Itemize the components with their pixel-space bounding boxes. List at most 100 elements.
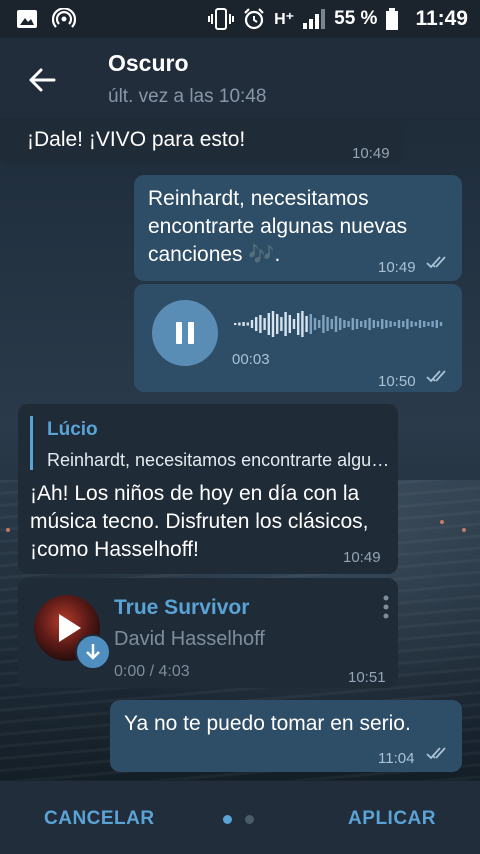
- waveform-bar: [318, 320, 321, 328]
- waveform-bar: [259, 315, 262, 333]
- waveform-bar: [368, 318, 371, 330]
- gallery-icon: [17, 10, 37, 28]
- message-time: 10:49: [378, 259, 416, 276]
- waveform-bar: [242, 322, 245, 326]
- vibrate-icon: [208, 8, 235, 30]
- message-bubble-incoming-reply[interactable]: Lúcio Reinhardt, necesitamos encontrarte…: [18, 404, 398, 574]
- waveform-bar: [376, 321, 380, 327]
- waveform-bar: [431, 321, 434, 327]
- message-bubble-outgoing[interactable]: Reinhardt, necesitamos encontrarte algun…: [134, 175, 462, 281]
- waveform-bar: [297, 313, 300, 335]
- clock: 11:49: [415, 7, 468, 30]
- voice-waveform[interactable]: [234, 310, 446, 338]
- waveform-bar: [355, 319, 359, 329]
- waveform-bar: [238, 322, 241, 326]
- audio-message-bubble[interactable]: True Survivor David Hasselhoff 0:00 / 4:…: [18, 578, 398, 688]
- download-button[interactable]: [75, 634, 111, 670]
- message-bubble-incoming[interactable]: ¡Dale! ¡VIVO para esto! 10:49: [0, 118, 405, 164]
- waveform-bar: [313, 318, 317, 330]
- pause-button[interactable]: [152, 300, 218, 366]
- message-time: 10:51: [348, 669, 386, 686]
- signal-icon: [303, 9, 326, 29]
- chat-title[interactable]: Oscuro: [108, 50, 189, 77]
- waveform-bar: [246, 322, 249, 326]
- message-time: 10:49: [352, 145, 390, 162]
- reply-snippet[interactable]: Reinhardt, necesitamos encontrarte algun…: [47, 446, 392, 474]
- waveform-bar: [305, 316, 308, 332]
- waveform-bar: [334, 316, 338, 332]
- apply-button[interactable]: APLICAR: [348, 808, 436, 830]
- waveform-bar: [402, 321, 405, 327]
- last-seen-status: últ. vez a las 10:48: [108, 86, 267, 107]
- more-vertical-icon[interactable]: [383, 594, 389, 622]
- cancel-button[interactable]: CANCELAR: [44, 808, 155, 830]
- waveform-bar: [423, 321, 426, 327]
- double-check-icon: [426, 256, 446, 269]
- reply-author[interactable]: Lúcio: [47, 416, 98, 444]
- status-bar: H⁺ 55 % 11:49: [0, 0, 480, 38]
- waveform-bar: [427, 322, 430, 326]
- double-check-icon: [426, 747, 446, 760]
- waveform-bar: [276, 314, 279, 334]
- waveform-bar: [343, 320, 346, 328]
- track-artist: David Hasselhoff: [114, 628, 265, 650]
- waveform-bar: [385, 320, 388, 328]
- waveform-bar: [397, 320, 401, 328]
- waveform-bar: [301, 311, 304, 337]
- waveform-bar: [255, 317, 258, 331]
- wallpaper-light: [462, 528, 466, 532]
- waveform-bar: [435, 320, 438, 328]
- message-text: ¡Ah! Los niños de hoy en día con la músi…: [30, 482, 369, 561]
- waveform-bar: [439, 322, 443, 326]
- waveform-bar: [389, 321, 392, 327]
- battery-icon: [386, 8, 399, 30]
- message-bubble-outgoing[interactable]: Ya no te puedo tomar en serio. 11:04: [110, 700, 462, 772]
- waveform-bar: [414, 322, 417, 326]
- waveform-bar: [360, 321, 363, 327]
- alarm-icon: [244, 8, 264, 30]
- voice-message-bubble[interactable]: 00:03 10:50: [134, 284, 462, 392]
- waveform-bar: [263, 318, 266, 330]
- waveform-bar: [271, 311, 275, 337]
- waveform-bar: [339, 318, 342, 330]
- waveform-bar: [234, 323, 237, 325]
- waveform-bar: [410, 321, 413, 327]
- waveform-bar: [250, 320, 254, 328]
- waveform-bar: [322, 315, 325, 333]
- arrow-left-icon[interactable]: [24, 62, 60, 98]
- pause-icon: [176, 322, 182, 344]
- waveform-bar: [309, 314, 312, 334]
- track-progress: 0:00 / 4:03: [114, 663, 190, 680]
- network-type: H⁺: [274, 11, 295, 28]
- waveform-bar: [267, 313, 270, 335]
- waveform-bar: [418, 320, 422, 328]
- track-title: True Survivor: [114, 596, 250, 619]
- message-time: 11:04: [378, 750, 415, 767]
- waveform-bar: [381, 319, 384, 329]
- message-time: 10:49: [343, 549, 381, 566]
- battery-percent: 55 %: [334, 8, 378, 29]
- message-time: 10:50: [378, 373, 416, 390]
- bottom-action-bar: CANCELAR APLICAR: [0, 781, 480, 854]
- waveform-bar: [288, 315, 291, 333]
- message-text: ¡Dale! ¡VIVO para esto!: [27, 128, 246, 151]
- waveform-bar: [406, 319, 409, 329]
- waveform-bar: [372, 320, 375, 328]
- waveform-bar: [330, 319, 333, 329]
- wallpaper-light: [440, 520, 444, 524]
- hotspot-icon: [52, 8, 76, 28]
- chat-header: Oscuro últ. vez a las 10:48: [0, 38, 480, 118]
- voice-duration: 00:03: [232, 351, 270, 368]
- waveform-bar: [364, 320, 367, 328]
- download-icon: [86, 644, 100, 660]
- waveform-bar: [292, 319, 296, 329]
- waveform-bar: [351, 318, 354, 330]
- waveform-bar: [393, 322, 396, 326]
- waveform-bar: [347, 321, 350, 327]
- message-text: Ya no te puedo tomar en serio.: [124, 712, 411, 735]
- page-indicator-dot-active: [223, 815, 232, 824]
- double-check-icon: [426, 370, 446, 383]
- page-indicator-dot: [245, 815, 254, 824]
- wallpaper-light: [6, 528, 10, 532]
- waveform-bar: [326, 317, 329, 331]
